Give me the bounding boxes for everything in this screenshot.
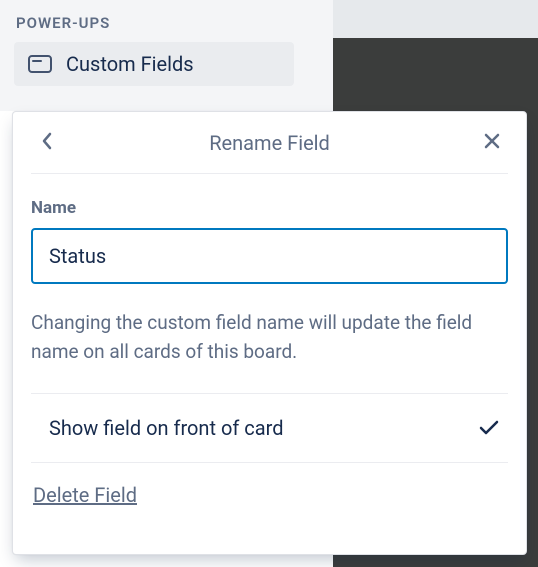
rename-hint: Changing the custom field name will upda… <box>31 308 508 394</box>
powerups-heading: POWER-UPS <box>14 8 319 42</box>
close-icon <box>483 132 501 154</box>
popover-title: Rename Field <box>209 131 330 155</box>
name-label: Name <box>31 198 508 218</box>
show-on-front-label: Show field on front of card <box>49 416 284 440</box>
delete-field-label: Delete Field <box>33 483 137 507</box>
card-sidebar: POWER-UPS Custom Fields <box>0 0 333 111</box>
back-button[interactable] <box>31 127 63 159</box>
popover-header: Rename Field <box>31 112 508 174</box>
card-icon <box>28 55 52 73</box>
custom-fields-button[interactable]: Custom Fields <box>14 42 294 86</box>
field-name-input[interactable] <box>31 228 508 284</box>
show-on-front-toggle[interactable]: Show field on front of card <box>31 394 508 463</box>
rename-field-popover: Rename Field Name Changing the custom fi… <box>12 111 527 555</box>
custom-fields-label: Custom Fields <box>66 52 194 76</box>
checkmark-icon <box>478 419 500 437</box>
chevron-left-icon <box>40 131 54 155</box>
close-button[interactable] <box>476 127 508 159</box>
delete-field-link[interactable]: Delete Field <box>31 483 508 507</box>
